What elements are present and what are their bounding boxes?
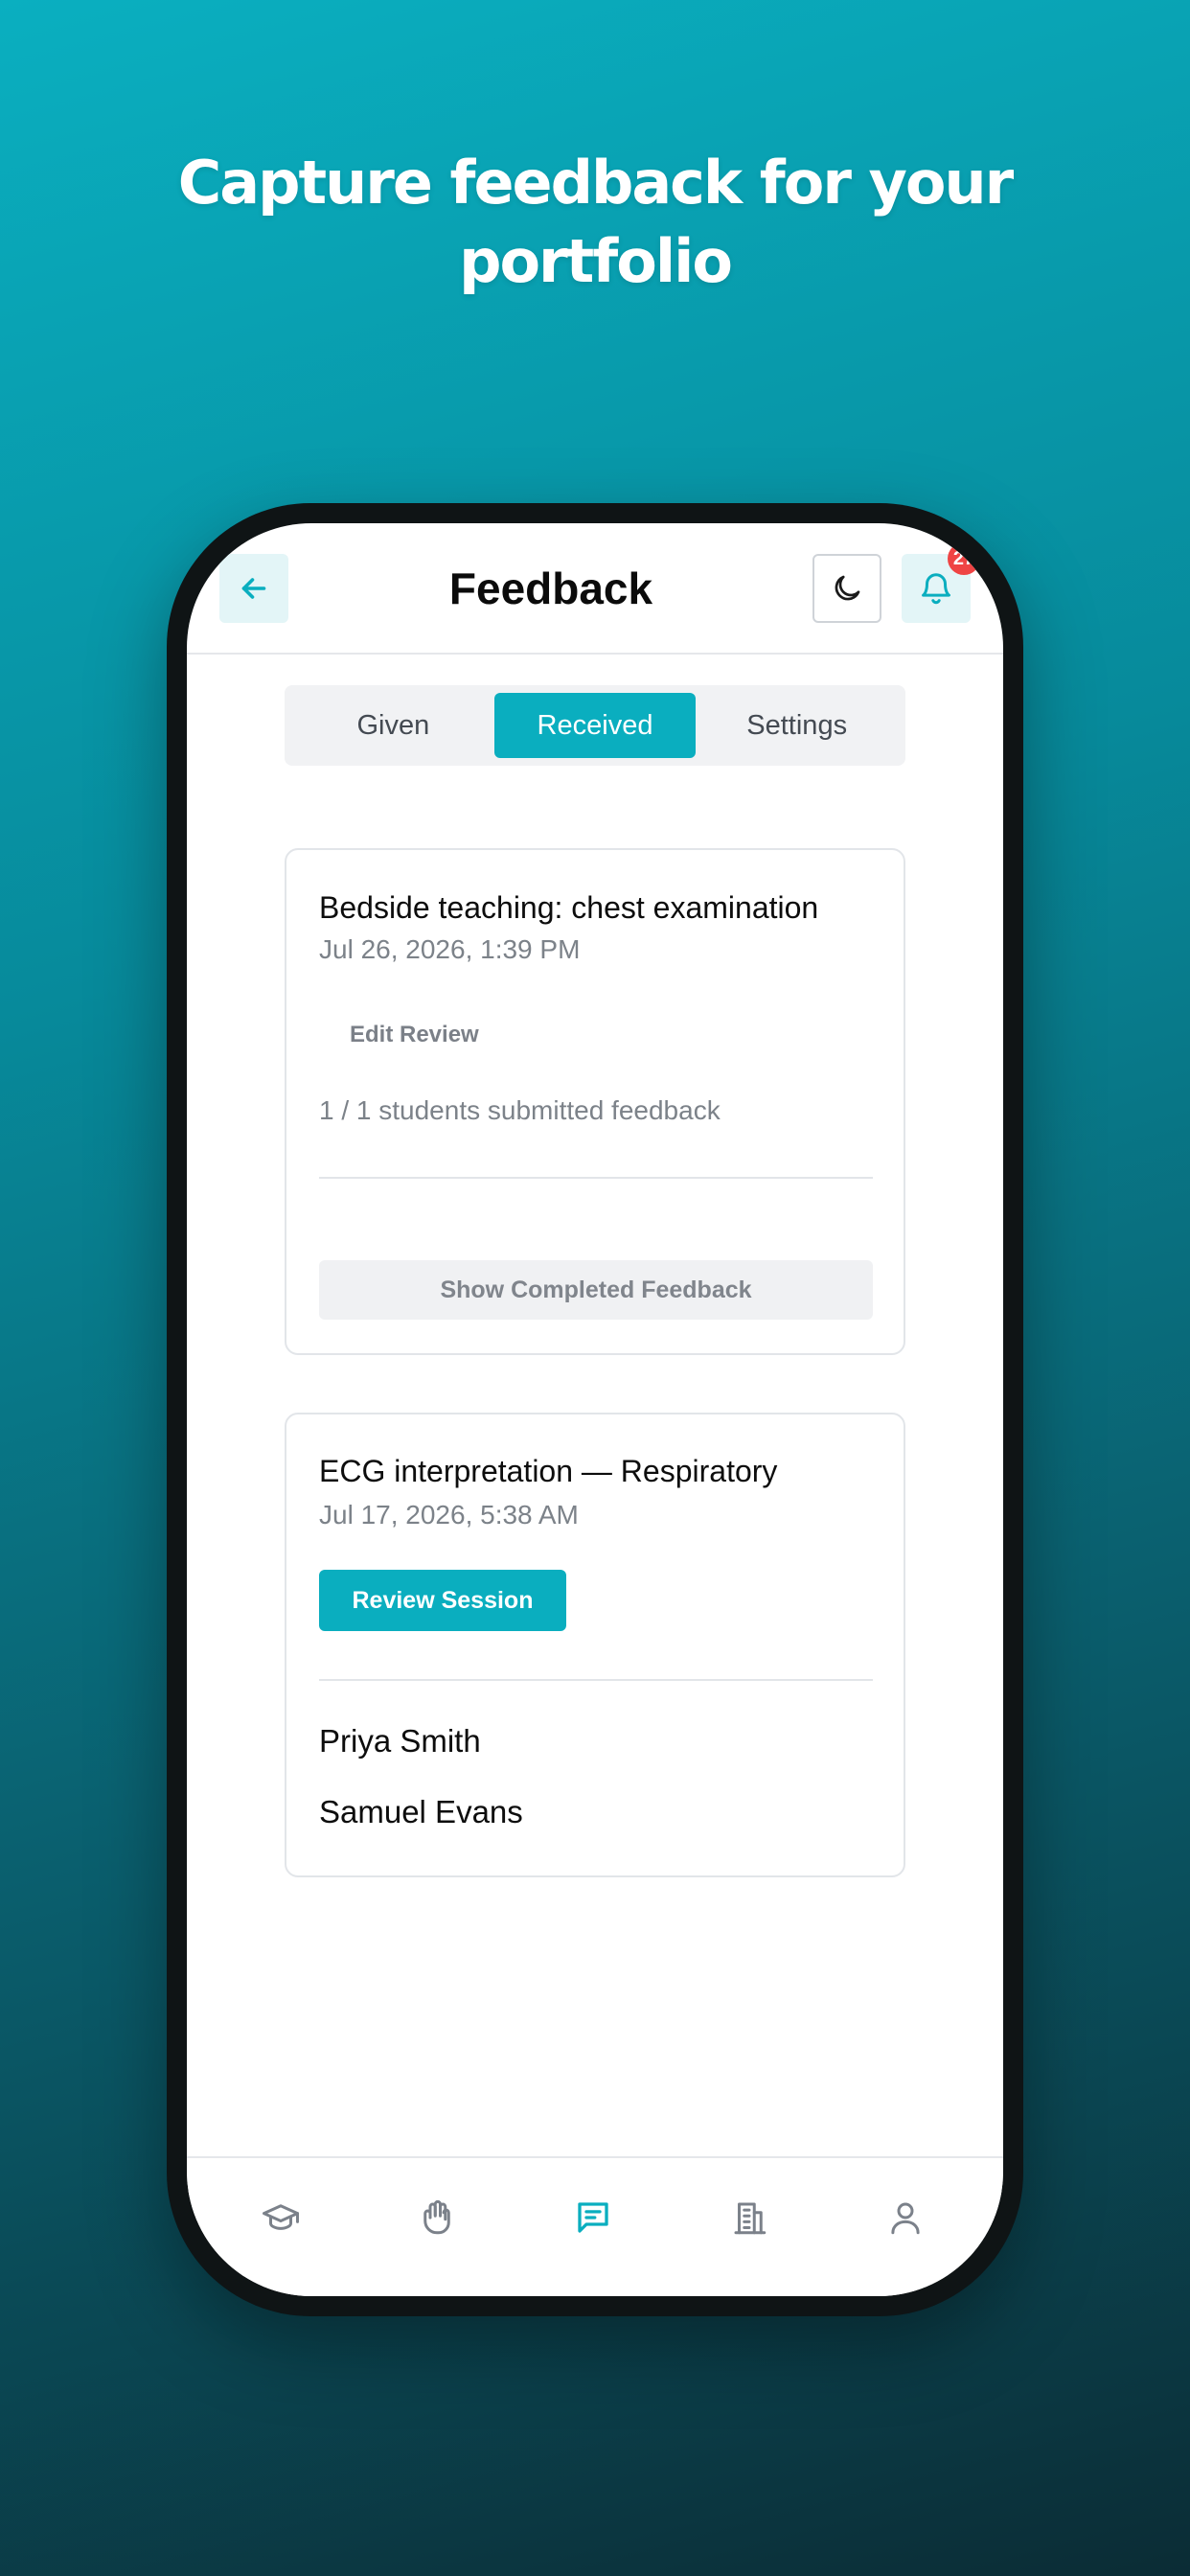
nav-feedback[interactable] [570, 2195, 616, 2241]
message-icon [578, 2202, 608, 2233]
bell-icon [922, 573, 950, 605]
show-completed-feedback-button[interactable]: Show Completed Feedback [319, 1260, 873, 1320]
session-date: Jul 26, 2026, 1:39 PM [319, 934, 581, 964]
feedback-card: Bedside teaching: chest examination Jul … [285, 848, 905, 1355]
submission-status: 1 / 1 students submitted feedback [319, 1095, 721, 1125]
nav-placements[interactable] [726, 2195, 772, 2241]
building-icon [734, 2202, 767, 2235]
tab-received[interactable]: Received [493, 693, 697, 758]
headline: Capture feedback for your portfolio [0, 144, 1190, 301]
headline-line-1: Capture feedback for your [177, 148, 1014, 218]
card-divider [319, 1177, 873, 1179]
tab-given[interactable]: Given [292, 693, 494, 758]
tab-settings[interactable]: Settings [696, 693, 898, 758]
top-bar: Feedback 27 [187, 523, 1003, 655]
hand-icon [423, 2199, 450, 2235]
student-name[interactable]: Priya Smith [319, 1723, 481, 1760]
notification-count-badge: 27 [948, 542, 980, 575]
graduation-cap-icon [263, 2204, 299, 2230]
review-session-button[interactable]: Review Session [319, 1570, 566, 1631]
student-name[interactable]: Samuel Evans [319, 1794, 523, 1830]
page-title: Feedback [448, 564, 653, 613]
phone-screen: Feedback 27 Given Received Settings Beds… [187, 523, 1003, 2296]
feedback-card: ECG interpretation — Respiratory Jul 17,… [285, 1413, 905, 1877]
card-divider [319, 1679, 873, 1681]
edit-review-link[interactable]: Edit Review [350, 1022, 479, 1048]
nav-profile[interactable] [882, 2195, 928, 2241]
bottom-navigation [187, 2156, 1003, 2296]
moon-icon [835, 575, 860, 601]
session-title: Bedside teaching: chest examination [319, 890, 819, 925]
dark-mode-toggle[interactable] [812, 554, 881, 623]
phone-frame: Feedback 27 Given Received Settings Beds… [167, 503, 1023, 2316]
user-icon [891, 2202, 920, 2235]
nav-learning[interactable] [258, 2195, 304, 2241]
headline-line-2: portfolio [459, 226, 733, 296]
session-date: Jul 17, 2026, 5:38 AM [319, 1500, 579, 1530]
session-title: ECG interpretation — Respiratory [319, 1454, 778, 1488]
tab-bar: Given Received Settings [285, 685, 905, 766]
nav-procedures[interactable] [414, 2195, 460, 2241]
